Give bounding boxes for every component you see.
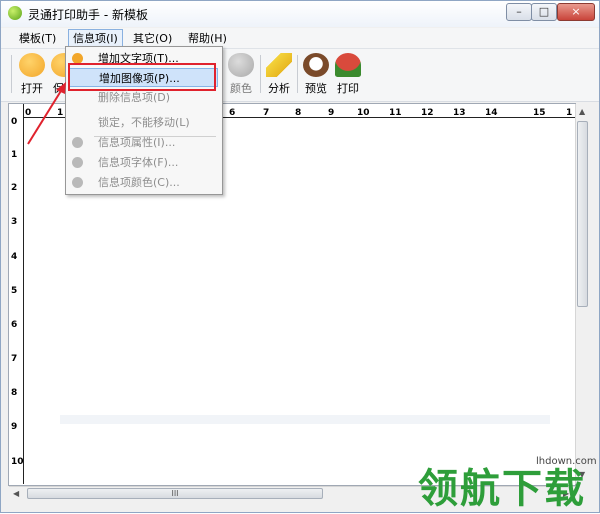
- ruler-tick: 15: [533, 108, 546, 118]
- ruler-tick: 9: [11, 422, 18, 432]
- menu-other[interactable]: 其它(O): [129, 31, 176, 46]
- ruler-tick: 10: [11, 457, 24, 467]
- ruler-tick: 5: [11, 286, 18, 296]
- app-icon: [8, 6, 22, 20]
- ruler-tick: 6: [11, 320, 18, 330]
- ruler-tick: 11: [389, 108, 402, 118]
- title-bar[interactable]: 灵通打印助手 - 新模板 – □ ×: [1, 1, 599, 27]
- menu-item-font[interactable]: 信息项字体(F)...: [68, 153, 218, 172]
- vertical-scrollbar[interactable]: ▲ ▼: [575, 104, 590, 484]
- ruler-tick: 1: [11, 150, 18, 160]
- window-title: 灵通打印助手 - 新模板: [28, 8, 148, 22]
- banana-icon: [266, 53, 292, 77]
- ruler-tick: 2: [11, 183, 18, 193]
- canvas-band: [60, 415, 550, 424]
- ruler-tick: 7: [11, 354, 18, 364]
- scroll-up-icon[interactable]: ▲: [579, 107, 585, 116]
- print-label: 打印: [337, 82, 359, 95]
- ruler-tick: 13: [453, 108, 466, 118]
- menu-item-properties[interactable]: 信息项属性(I)...: [68, 133, 218, 152]
- analyze-button[interactable]: 分析: [261, 53, 297, 99]
- vertical-scroll-thumb[interactable]: [577, 121, 588, 307]
- annotation-highlight-box: [68, 63, 216, 91]
- gray-fruit-icon: [72, 157, 83, 168]
- menu-item-label: 信息项属性(I)...: [98, 136, 176, 149]
- ruler-tick: 3: [11, 217, 18, 227]
- strawberry-icon: [228, 53, 254, 77]
- ruler-tick: 10: [357, 108, 370, 118]
- analyze-label: 分析: [268, 82, 290, 95]
- ruler-tick: 14: [485, 108, 498, 118]
- toolbar-separator: [11, 55, 12, 93]
- menu-item-color[interactable]: 信息项颜色(C)...: [68, 173, 218, 192]
- menu-help[interactable]: 帮助(H): [184, 31, 231, 46]
- menu-item-label: 信息项字体(F)...: [98, 156, 179, 169]
- ruler-tick: 4: [11, 252, 18, 262]
- gray-fruit-icon: [72, 177, 83, 188]
- preview-label: 预览: [305, 82, 327, 95]
- color-button[interactable]: 颜色: [223, 53, 259, 99]
- gray-fruit-icon: [72, 137, 83, 148]
- ruler-tick: 12: [421, 108, 434, 118]
- ruler-tick: 0: [11, 117, 18, 127]
- menu-template[interactable]: 模板(T): [15, 31, 60, 46]
- orange-icon: [19, 53, 45, 77]
- preview-button[interactable]: 预览: [298, 53, 334, 99]
- watermark-url: lhdown.com: [536, 456, 597, 467]
- scroll-left-icon[interactable]: ◀: [13, 489, 19, 498]
- close-button[interactable]: ×: [557, 3, 595, 21]
- annotation-arrow-icon: [27, 82, 66, 145]
- horizontal-scroll-thumb[interactable]: III: [27, 488, 323, 499]
- ruler-tick: 7: [263, 108, 270, 118]
- ruler-tick: 1: [566, 108, 573, 118]
- ruler-tick: 9: [328, 108, 335, 118]
- ruler-tick: 8: [295, 108, 302, 118]
- watermelon-icon: [335, 53, 361, 77]
- vertical-ruler: 0 1 2 3 4 5 6 7 8 9 10: [9, 104, 24, 484]
- ruler-tick: 6: [229, 108, 236, 118]
- menu-item-label: 信息项颜色(C)...: [98, 176, 180, 189]
- menu-item-label: 锁定，不能移动(L): [98, 116, 190, 129]
- print-button[interactable]: 打印: [330, 53, 366, 99]
- ruler-tick: 8: [11, 388, 18, 398]
- menu-lock-item[interactable]: 锁定，不能移动(L): [68, 113, 218, 132]
- coconut-icon: [303, 53, 329, 77]
- maximize-button[interactable]: □: [531, 3, 557, 21]
- minimize-button[interactable]: –: [506, 3, 532, 21]
- color-label: 颜色: [230, 82, 252, 95]
